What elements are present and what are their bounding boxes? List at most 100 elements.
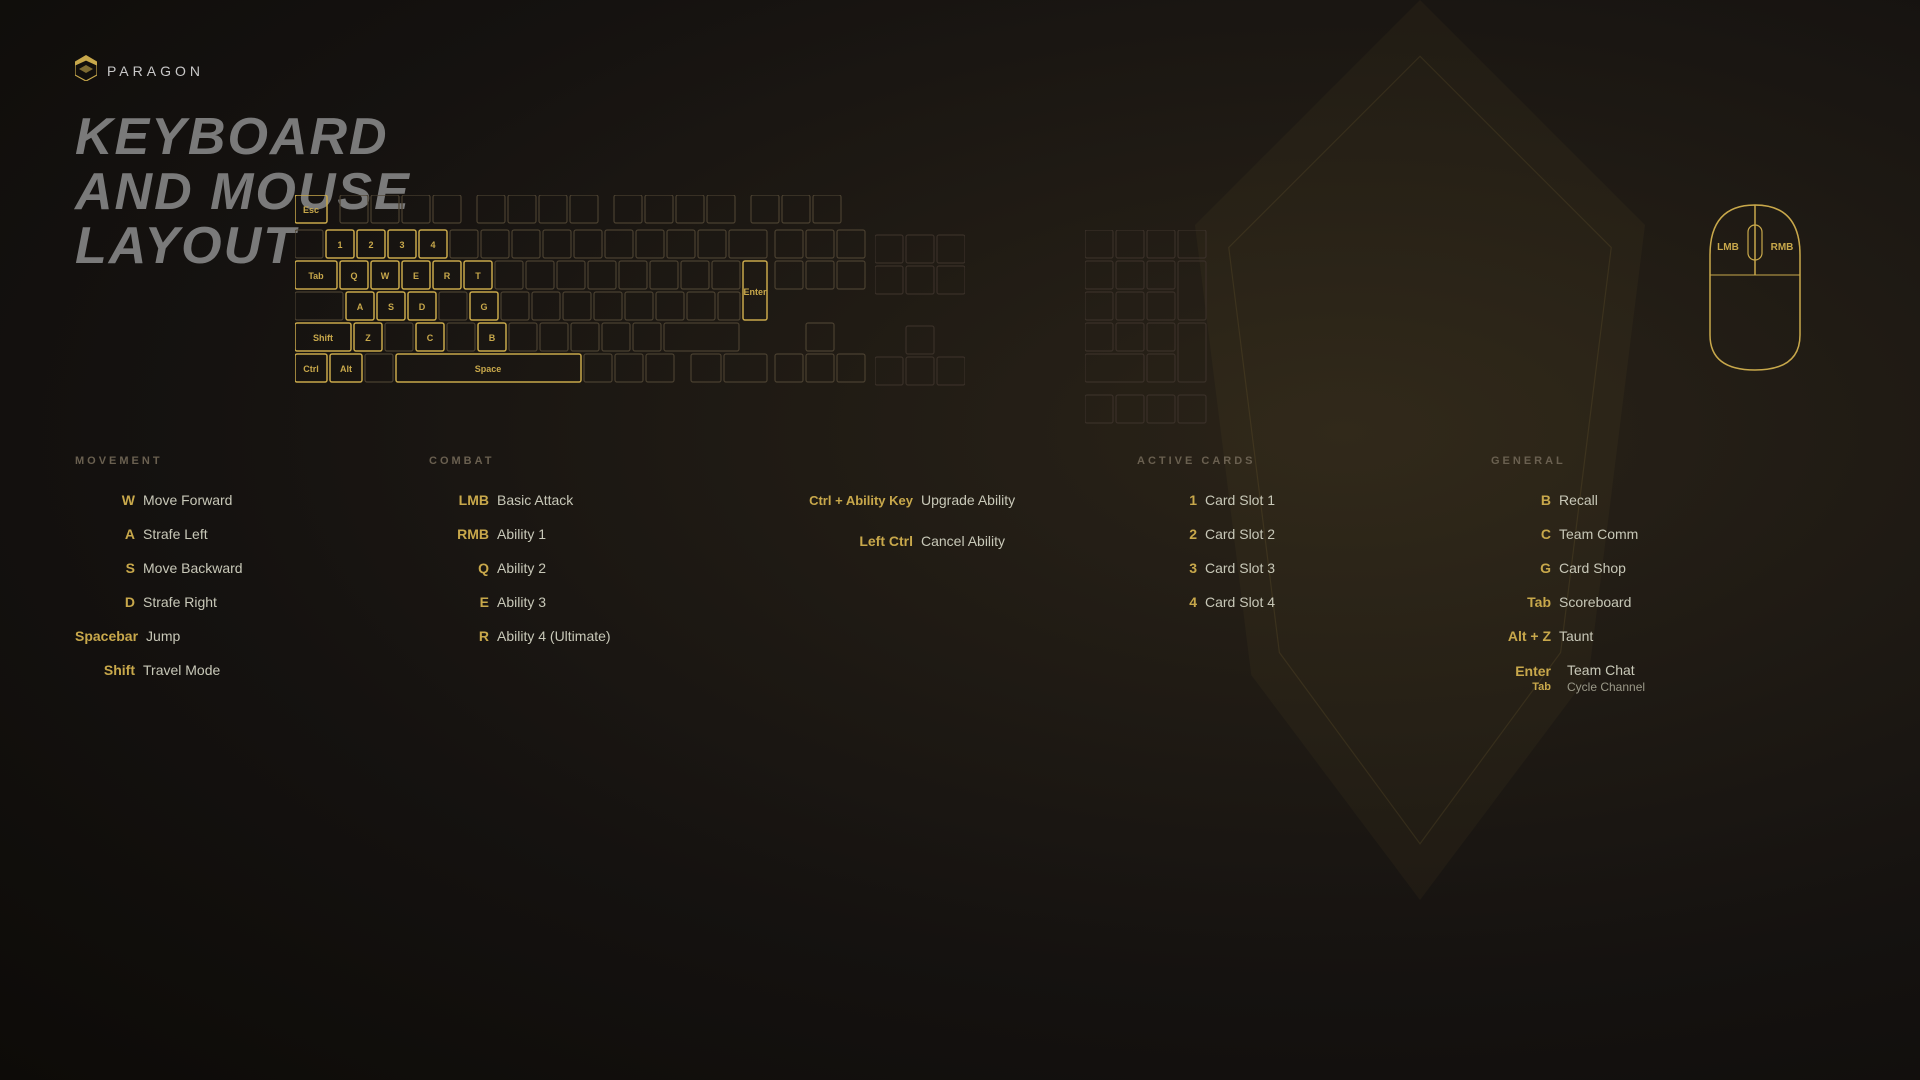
binding-row: 4 Card Slot 4 — [1137, 594, 1491, 610]
binding-action: Move Backward — [143, 560, 243, 576]
binding-action: Taunt — [1559, 628, 1593, 644]
binding-key: W — [75, 492, 135, 508]
binding-action: Card Shop — [1559, 560, 1626, 576]
binding-action: Cancel Ability — [921, 533, 1005, 549]
binding-row: LMB Basic Attack — [429, 492, 783, 508]
svg-text:Ctrl: Ctrl — [303, 364, 319, 374]
binding-row: 2 Card Slot 2 — [1137, 526, 1491, 542]
binding-row: Tab Scoreboard — [1491, 594, 1845, 610]
svg-text:2: 2 — [368, 240, 373, 250]
binding-action-sub: Cycle Channel — [1567, 680, 1645, 694]
svg-text:T: T — [475, 271, 481, 281]
svg-text:Alt: Alt — [340, 364, 352, 374]
binding-row: 3 Card Slot 3 — [1137, 560, 1491, 576]
binding-key: Shift — [75, 662, 135, 678]
binding-row: D Strafe Right — [75, 594, 429, 610]
combo-section: - Ctrl + Ability Key Upgrade Ability Lef… — [783, 455, 1137, 712]
bindings-area: MOVEMENT W Move Forward A Strafe Left S … — [75, 455, 1845, 712]
paragon-logo-icon — [75, 55, 97, 87]
svg-text:Z: Z — [365, 333, 371, 343]
binding-key: D — [75, 594, 135, 610]
binding-action: Strafe Right — [143, 594, 217, 610]
binding-key: S — [75, 560, 135, 576]
binding-key: A — [75, 526, 135, 542]
svg-text:R: R — [444, 271, 451, 281]
binding-action: Card Slot 3 — [1205, 560, 1275, 576]
binding-key: B — [1491, 492, 1551, 508]
cards-title: ACTIVE CARDS — [1137, 455, 1491, 467]
cards-section: ACTIVE CARDS 1 Card Slot 1 2 Card Slot 2… — [1137, 455, 1491, 712]
combat-title: COMBAT — [429, 455, 783, 467]
binding-key-sub: Tab — [1491, 681, 1551, 693]
binding-action: Ability 1 — [497, 526, 546, 542]
binding-key: Enter — [1515, 663, 1551, 679]
svg-text:4: 4 — [430, 240, 435, 250]
binding-row: Alt + Z Taunt — [1491, 628, 1845, 644]
binding-key: Ctrl + Ability Key — [783, 493, 913, 508]
svg-text:S: S — [388, 302, 394, 312]
binding-key: Q — [429, 560, 489, 576]
binding-row: R Ability 4 (Ultimate) — [429, 628, 783, 644]
svg-text:3: 3 — [399, 240, 404, 250]
svg-text:Tab: Tab — [308, 271, 324, 281]
binding-action: Travel Mode — [143, 662, 220, 678]
binding-row: Ctrl + Ability Key Upgrade Ability — [783, 492, 1137, 508]
binding-action: Team Comm — [1559, 526, 1638, 542]
binding-row: Shift Travel Mode — [75, 662, 429, 678]
binding-row: Q Ability 2 — [429, 560, 783, 576]
svg-text:1: 1 — [337, 240, 342, 250]
binding-row: RMB Ability 1 — [429, 526, 783, 542]
binding-key: C — [1491, 526, 1551, 542]
svg-text:E: E — [413, 271, 419, 281]
general-title: GENERAL — [1491, 455, 1845, 467]
svg-text:Esc: Esc — [303, 205, 319, 215]
combat-section: COMBAT LMB Basic Attack RMB Ability 1 Q … — [429, 455, 783, 712]
svg-text:W: W — [381, 271, 390, 281]
binding-row: W Move Forward — [75, 492, 429, 508]
binding-row: S Move Backward — [75, 560, 429, 576]
binding-action: Card Slot 1 — [1205, 492, 1275, 508]
binding-key: Alt + Z — [1491, 628, 1551, 644]
binding-key: G — [1491, 560, 1551, 576]
binding-action: Card Slot 4 — [1205, 594, 1275, 610]
logo-area: PARAGON — [75, 55, 204, 87]
svg-text:LMB: LMB — [1717, 242, 1739, 253]
svg-text:Space: Space — [475, 364, 502, 374]
binding-row: Left Ctrl Cancel Ability — [783, 533, 1137, 549]
svg-text:RMB: RMB — [1771, 242, 1794, 253]
binding-key: Spacebar — [75, 628, 138, 644]
binding-key: 2 — [1137, 526, 1197, 542]
binding-action: Ability 2 — [497, 560, 546, 576]
mouse-diagram: LMB RMB — [1690, 195, 1820, 380]
binding-row: G Card Shop — [1491, 560, 1845, 576]
svg-text:D: D — [419, 302, 426, 312]
svg-text:B: B — [489, 333, 496, 343]
binding-action: Team Chat — [1567, 662, 1645, 678]
binding-row: B Recall — [1491, 492, 1845, 508]
combo-title: - — [783, 455, 1137, 467]
binding-action: Ability 3 — [497, 594, 546, 610]
svg-text:Enter: Enter — [743, 287, 767, 297]
binding-action: Scoreboard — [1559, 594, 1631, 610]
binding-key: Tab — [1491, 594, 1551, 610]
title-line1: KEYBOARD — [75, 110, 411, 165]
binding-key: Left Ctrl — [783, 533, 913, 549]
binding-row: 1 Card Slot 1 — [1137, 492, 1491, 508]
binding-action: Upgrade Ability — [921, 492, 1015, 508]
movement-title: MOVEMENT — [75, 455, 429, 467]
binding-key: R — [429, 628, 489, 644]
binding-row: C Team Comm — [1491, 526, 1845, 542]
binding-action: Move Forward — [143, 492, 232, 508]
binding-key: 1 — [1137, 492, 1197, 508]
svg-text:C: C — [427, 333, 434, 343]
binding-action: Card Slot 2 — [1205, 526, 1275, 542]
svg-text:G: G — [480, 302, 487, 312]
binding-key: RMB — [429, 526, 489, 542]
main-content: PARAGON KEYBOARD AND MOUSE LAYOUT .k { f… — [0, 0, 1920, 1080]
binding-key: LMB — [429, 492, 489, 508]
binding-action: Strafe Left — [143, 526, 208, 542]
svg-text:A: A — [357, 302, 364, 312]
logo-text: PARAGON — [107, 63, 204, 79]
binding-action: Jump — [146, 628, 180, 644]
general-section: GENERAL B Recall C Team Comm G Card Shop… — [1491, 455, 1845, 712]
